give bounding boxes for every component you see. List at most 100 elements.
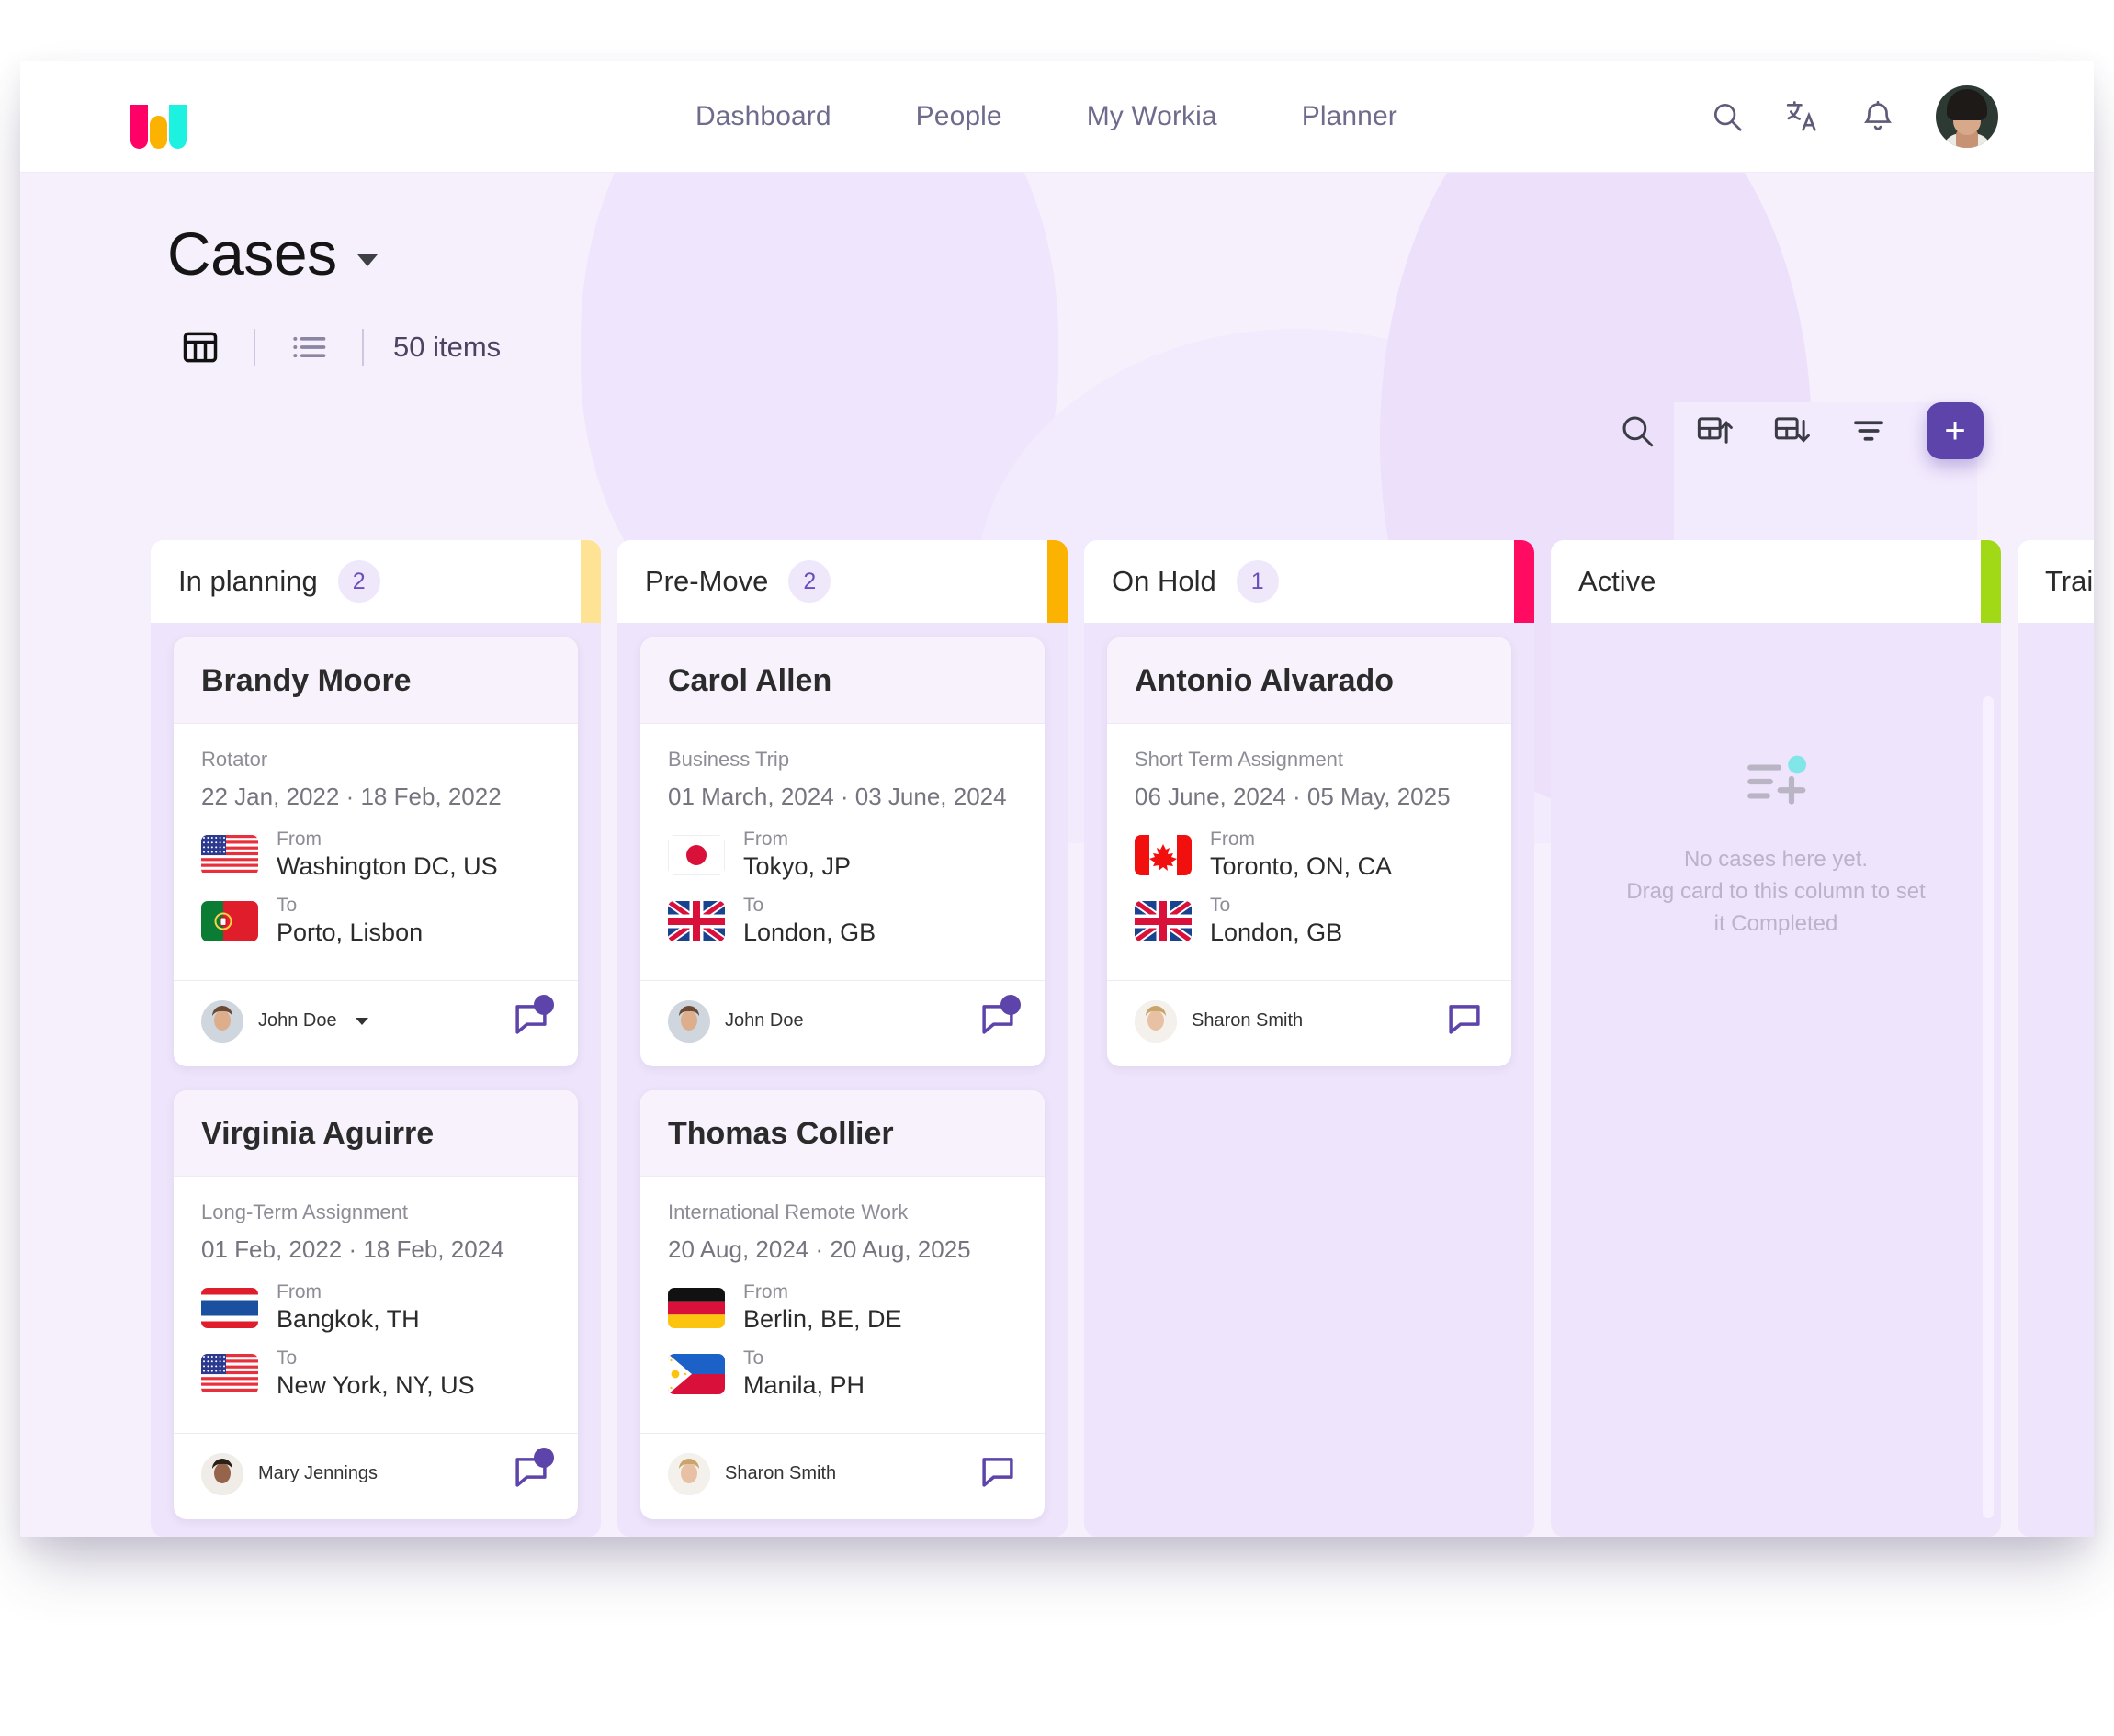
column-header[interactable]: Pre-Move 2 (617, 540, 1068, 623)
case-type: Business Trip (668, 748, 790, 771)
flag-ca-icon (1135, 835, 1192, 875)
assignee[interactable]: John Doe (201, 999, 368, 1043)
assignee[interactable]: Sharon Smith (668, 1452, 837, 1495)
comment-icon[interactable] (978, 995, 1021, 1043)
case-card-header[interactable]: Virginia Aguirre (174, 1090, 578, 1177)
case-card-body: Short Term Assignment 06 June, 2024 · 05… (1107, 724, 1511, 981)
assignee[interactable]: John Doe (668, 999, 804, 1043)
case-card[interactable]: Carol Allen Business Trip 01 March, 2024… (640, 637, 1045, 1066)
column-header[interactable]: On Hold 1 (1084, 540, 1534, 623)
case-card-header[interactable]: Brandy Moore (174, 637, 578, 724)
app-window: Dashboard People My Workia Planner Cases… (20, 61, 2094, 1537)
board-column[interactable]: Active No cases here yet. Drag card to t… (1551, 540, 2001, 1537)
route-from: From Washington DC, US (201, 828, 550, 883)
nav-item-my-workia[interactable]: My Workia (1087, 101, 1217, 132)
case-card[interactable]: Antonio Alvarado Short Term Assignment 0… (1107, 637, 1511, 1066)
case-card-header[interactable]: Carol Allen (640, 637, 1045, 724)
case-dates: 01 Feb, 2022 · 18 Feb, 2024 (201, 1235, 504, 1263)
chevron-down-icon[interactable] (356, 254, 378, 266)
case-name: Virginia Aguirre (201, 1116, 435, 1151)
comment-icon[interactable] (512, 995, 554, 1043)
case-card[interactable]: Virginia Aguirre Long-Term Assignment 01… (174, 1090, 578, 1519)
nav-item-dashboard[interactable]: Dashboard (695, 101, 831, 132)
page-content: Cases 50 items + In planning 2 Brandy Mo… (20, 173, 2094, 1537)
case-card-header[interactable]: Thomas Collier (640, 1090, 1045, 1177)
board-column[interactable]: Trailing (2018, 540, 2094, 1537)
column-header[interactable]: Active (1551, 540, 2001, 623)
column-header[interactable]: Trailing (2018, 540, 2094, 623)
comment-icon[interactable] (1445, 999, 1484, 1043)
from-value: Toronto, ON, CA (1210, 852, 1393, 881)
to-label: To (277, 895, 298, 916)
export-icon[interactable] (1695, 411, 1734, 450)
case-card-body: Rotator 22 Jan, 2022 · 18 Feb, 2022 From… (174, 724, 578, 981)
search-icon[interactable] (1618, 411, 1656, 450)
case-type: Rotator (201, 748, 268, 771)
column-body[interactable]: Carol Allen Business Trip 01 March, 2024… (617, 623, 1068, 1537)
column-body[interactable] (2018, 623, 2094, 1537)
list-view-icon[interactable] (276, 327, 342, 367)
assignee[interactable]: Sharon Smith (1135, 999, 1303, 1043)
empty-line-3: it Completed (1713, 910, 1838, 936)
board-toolbar: + (1618, 402, 1984, 459)
column-header[interactable]: In planning 2 (151, 540, 601, 623)
divider (254, 329, 255, 366)
case-name: Carol Allen (668, 663, 832, 698)
assignee-avatar (668, 999, 710, 1043)
route-from: From Berlin, BE, DE (668, 1280, 1017, 1336)
assignee[interactable]: Mary Jennings (201, 1452, 378, 1495)
column-body[interactable]: Antonio Alvarado Short Term Assignment 0… (1084, 623, 1534, 1537)
to-value: London, GB (1210, 919, 1343, 947)
case-card[interactable]: Brandy Moore Rotator 22 Jan, 2022 · 18 F… (174, 637, 578, 1066)
workia-logo[interactable] (130, 105, 187, 149)
board-column[interactable]: Pre-Move 2 Carol Allen Business Trip 01 … (617, 540, 1068, 1537)
case-card-header[interactable]: Antonio Alvarado (1107, 637, 1511, 724)
case-card-footer: Sharon Smith (640, 1434, 1045, 1519)
to-value: New York, NY, US (277, 1371, 475, 1400)
import-icon[interactable] (1772, 411, 1811, 450)
add-case-button[interactable]: + (1927, 402, 1984, 459)
case-card[interactable]: Thomas Collier International Remote Work… (640, 1090, 1045, 1519)
empty-line-2: Drag card to this column to set (1626, 878, 1926, 904)
column-body[interactable]: Brandy Moore Rotator 22 Jan, 2022 · 18 F… (151, 623, 601, 1537)
assignee-name: John Doe (258, 1010, 337, 1031)
board-column[interactable]: On Hold 1 Antonio Alvarado Short Term As… (1084, 540, 1534, 1537)
column-body[interactable]: No cases here yet. Drag card to this col… (1551, 623, 2001, 1537)
case-dates: 22 Jan, 2022 · 18 Feb, 2022 (201, 783, 502, 810)
page-title: Cases (167, 220, 337, 287)
route-to: To Porto, Lisbon (201, 894, 550, 949)
flag-us-icon (201, 1354, 258, 1394)
main-nav-links: Dashboard People My Workia Planner (695, 61, 1397, 173)
assignee-name: Sharon Smith (725, 1463, 837, 1483)
to-label: To (277, 1347, 298, 1369)
nav-item-people[interactable]: People (916, 101, 1002, 132)
flag-de-icon (668, 1288, 725, 1328)
translate-icon[interactable] (1785, 99, 1820, 134)
flag-us-icon (201, 835, 258, 875)
to-value: London, GB (743, 919, 876, 947)
flag-gb-icon (1135, 901, 1192, 941)
search-icon[interactable] (1710, 99, 1745, 134)
comment-icon[interactable] (512, 1448, 554, 1495)
route-from: From Tokyo, JP (668, 828, 1017, 883)
column-count: 1 (1236, 560, 1279, 603)
chevron-down-icon[interactable] (355, 1017, 368, 1025)
column-accent-bar (1981, 540, 2001, 623)
avatar[interactable] (1936, 85, 1998, 148)
empty-state-text: No cases here yet. Drag card to this col… (1626, 844, 1925, 940)
route-from: From Bangkok, TH (201, 1280, 550, 1336)
column-scrollbar[interactable] (1983, 696, 1994, 1518)
case-name: Brandy Moore (201, 663, 412, 698)
filter-icon[interactable] (1849, 411, 1888, 450)
board-view-icon[interactable] (167, 327, 233, 367)
assignee-name: John Doe (725, 1010, 804, 1031)
kanban-board[interactable]: In planning 2 Brandy Moore Rotator 22 Ja… (20, 540, 2094, 1537)
nav-item-planner[interactable]: Planner (1302, 101, 1397, 132)
comment-icon[interactable] (978, 1452, 1017, 1495)
to-value: Manila, PH (743, 1371, 865, 1400)
case-name: Thomas Collier (668, 1116, 894, 1151)
route-from: From Toronto, ON, CA (1135, 828, 1484, 883)
bell-icon[interactable] (1860, 99, 1895, 134)
board-column[interactable]: In planning 2 Brandy Moore Rotator 22 Ja… (151, 540, 601, 1537)
case-card-footer: John Doe (174, 981, 578, 1066)
